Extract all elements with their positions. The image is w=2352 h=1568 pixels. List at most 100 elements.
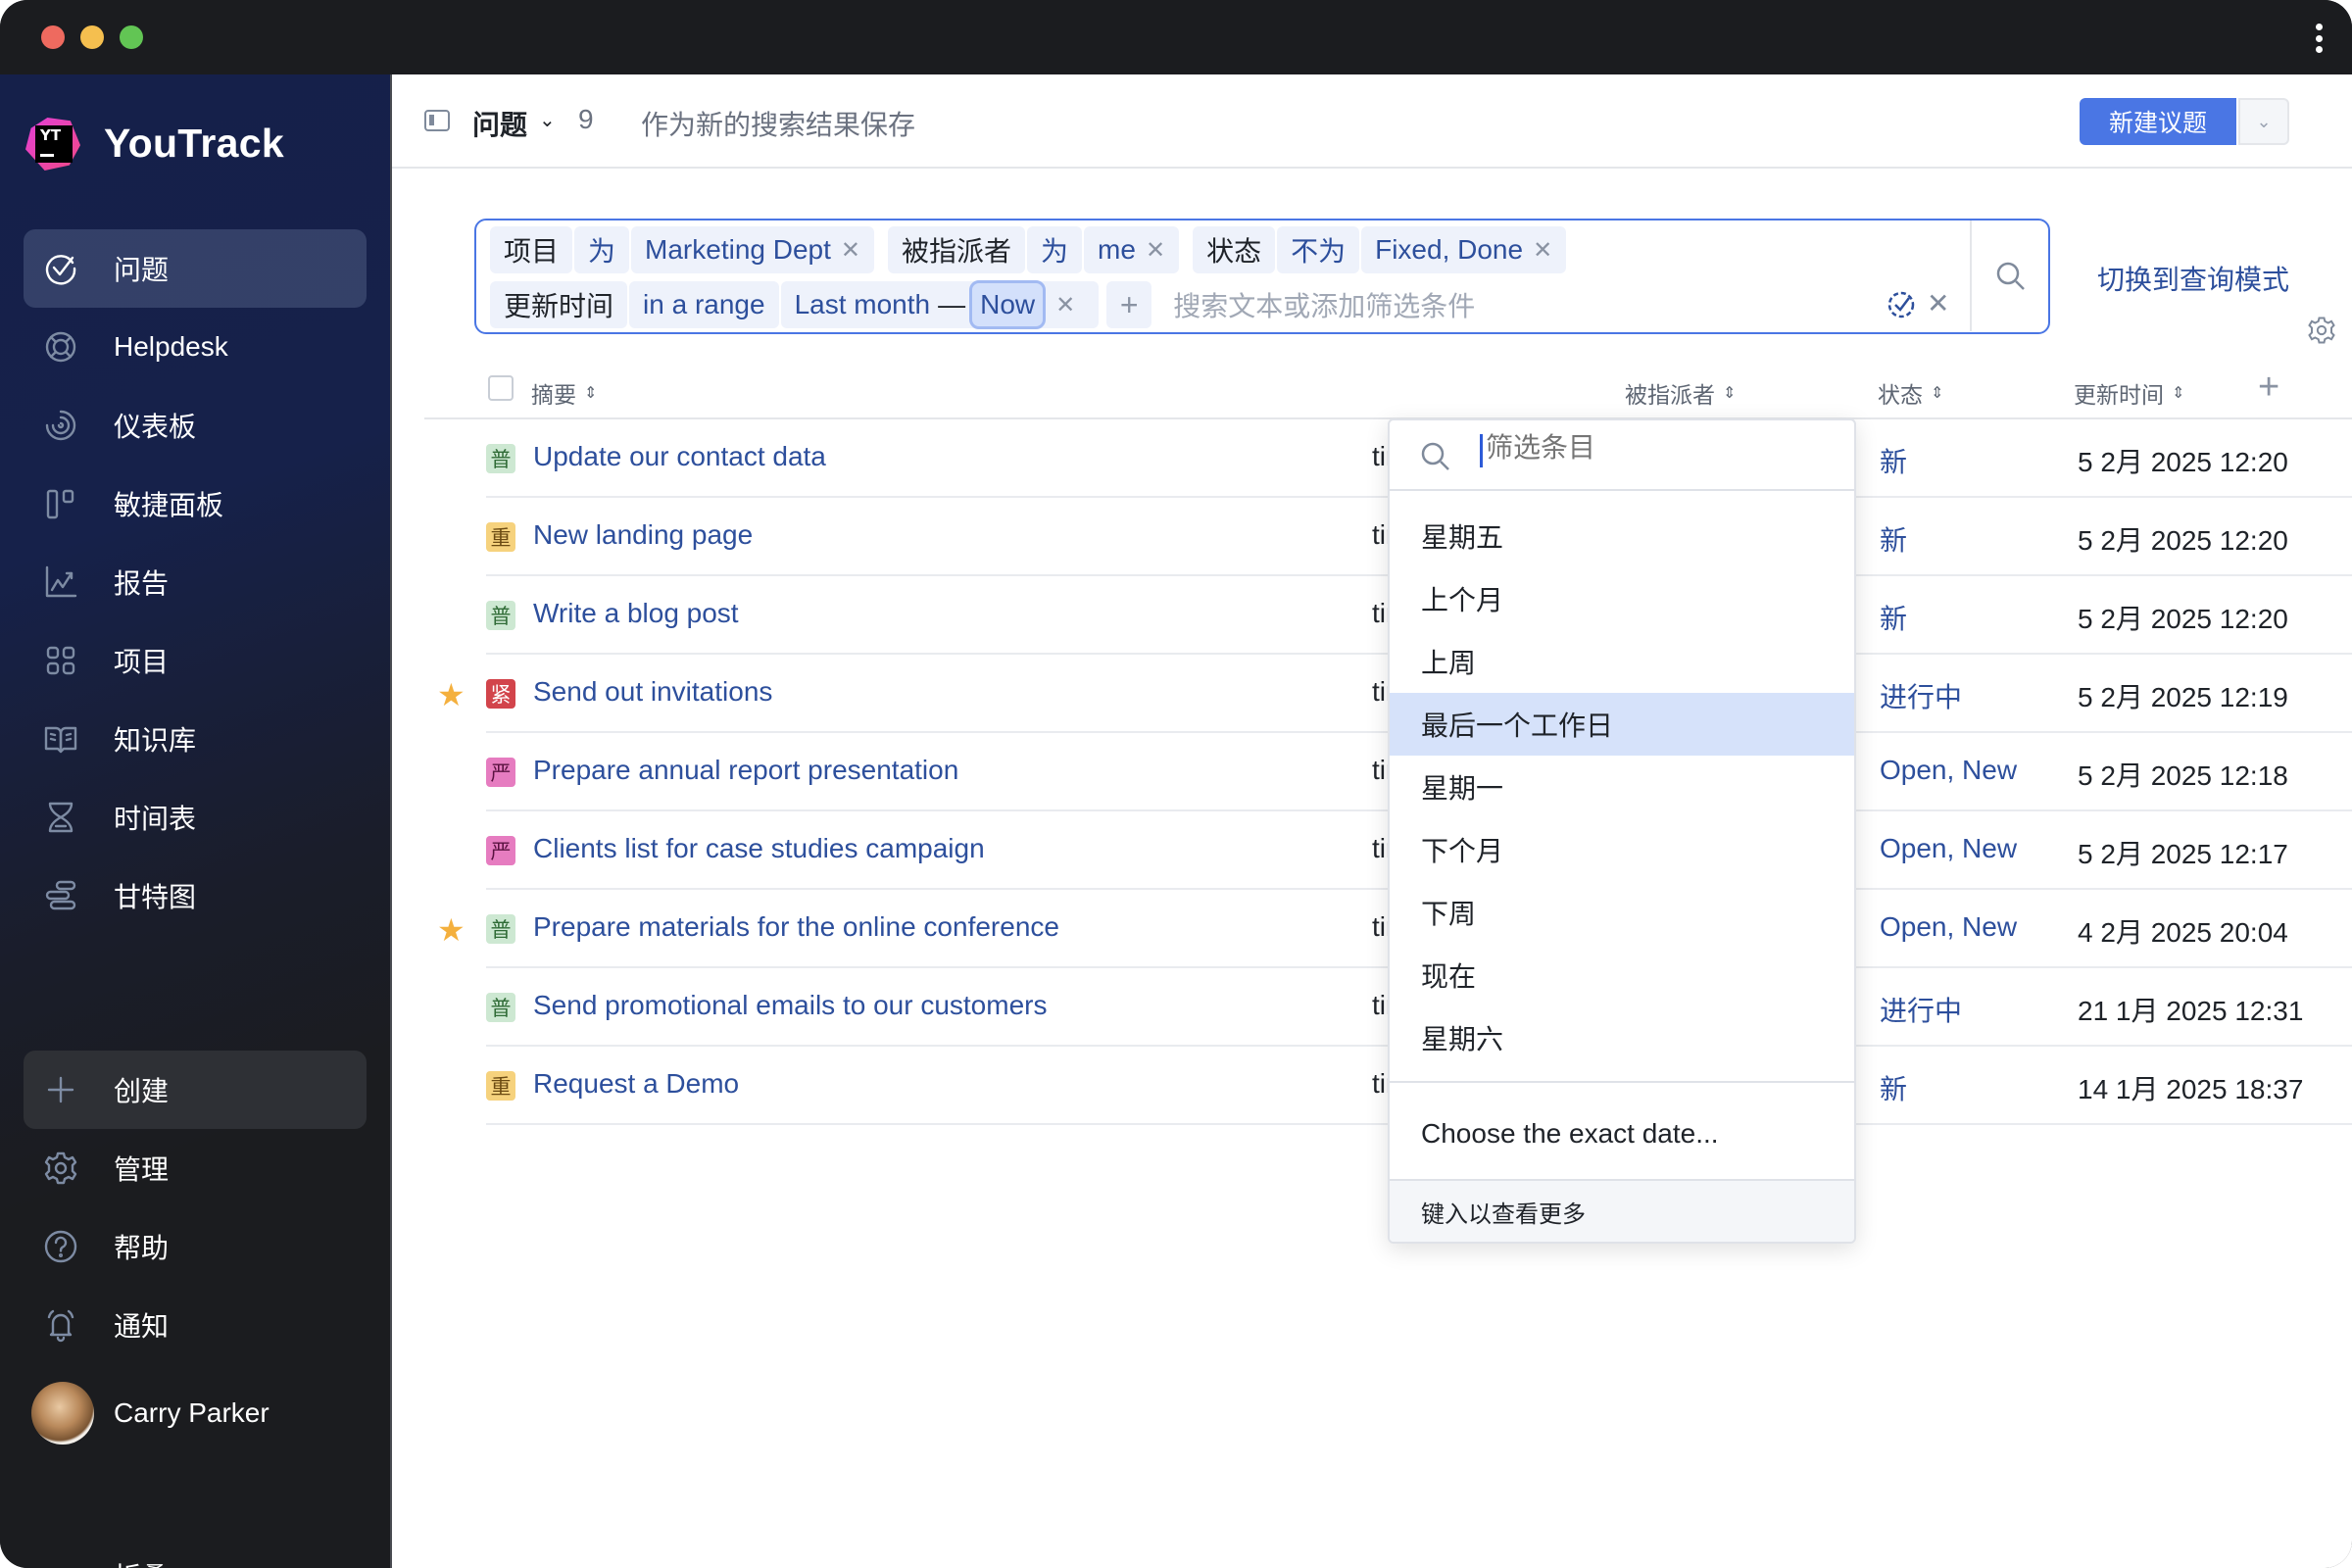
- dropdown-option[interactable]: 下周: [1390, 881, 1854, 944]
- add-filter-button[interactable]: +: [1106, 281, 1152, 328]
- dropdown-filter-input[interactable]: [1486, 432, 1819, 464]
- star-icon[interactable]: ★: [437, 911, 466, 949]
- sidebar-item-dashboard[interactable]: 仪表板: [24, 386, 367, 465]
- sidebar-item-create[interactable]: 创建: [24, 1051, 367, 1129]
- filter-field-updated[interactable]: 更新时间: [490, 281, 628, 328]
- state-cell[interactable]: Open, New: [1880, 911, 2017, 943]
- sidebar-item-agile-boards[interactable]: 敏捷面板: [24, 465, 367, 543]
- issue-summary-link[interactable]: Update our contact data: [533, 441, 1386, 472]
- state-cell[interactable]: 进行中: [1880, 990, 1962, 1029]
- state-cell[interactable]: 新: [1880, 519, 1907, 559]
- issue-summary-link[interactable]: Send promotional emails to our customers: [533, 990, 1386, 1021]
- validate-query-icon[interactable]: [1886, 289, 1917, 320]
- save-as-new-search-link[interactable]: 作为新的搜索结果保存: [641, 104, 915, 143]
- state-cell[interactable]: 新: [1880, 1068, 1907, 1107]
- dropdown-option[interactable]: 星期六: [1390, 1006, 1854, 1069]
- state-cell[interactable]: 新: [1880, 598, 1907, 637]
- issue-summary-link[interactable]: Request a Demo: [533, 1068, 1386, 1100]
- issue-summary-link[interactable]: Prepare materials for the online confere…: [533, 911, 1386, 943]
- table-row[interactable]: 严Clients list for case studies campaignt…: [392, 811, 2352, 890]
- filter-field-project[interactable]: 项目: [490, 226, 573, 273]
- issue-summary-link[interactable]: Write a blog post: [533, 598, 1386, 629]
- sidebar-item-administration[interactable]: 管理: [24, 1129, 367, 1207]
- star-icon[interactable]: ★: [437, 676, 466, 713]
- filter-operator[interactable]: 不为: [1277, 226, 1360, 273]
- sidebar-item-reports[interactable]: 报告: [24, 543, 367, 621]
- state-cell[interactable]: Open, New: [1880, 755, 2017, 786]
- issue-summary-link[interactable]: Prepare annual report presentation: [533, 755, 1386, 786]
- user-profile[interactable]: Carry Parker: [31, 1382, 270, 1445]
- clear-search-icon[interactable]: ✕: [1927, 287, 1949, 319]
- sidebar-item-gantt[interactable]: 甘特图: [24, 857, 367, 935]
- table-row[interactable]: 重New landing pageting DeptCarry Parker新5…: [392, 498, 2352, 576]
- more-options-icon[interactable]: [2313, 24, 2325, 53]
- sidebar-item-help[interactable]: 帮助: [24, 1207, 367, 1286]
- dropdown-option[interactable]: 上周: [1390, 630, 1854, 693]
- filter-value-project[interactable]: Marketing Dept ✕: [631, 226, 875, 273]
- issue-summary-link[interactable]: Clients list for case studies campaign: [533, 833, 1386, 864]
- sidebar-item-projects[interactable]: 项目: [24, 621, 367, 700]
- search-input[interactable]: 搜索文本或添加筛选条件: [1173, 285, 1475, 324]
- sidebar-item-issues[interactable]: 问题: [24, 229, 367, 308]
- dropdown-option[interactable]: 现在: [1390, 944, 1854, 1006]
- remove-filter-icon[interactable]: ✕: [841, 236, 860, 265]
- dropdown-option[interactable]: 星期五: [1390, 505, 1854, 567]
- remove-filter-icon[interactable]: ✕: [1146, 236, 1165, 265]
- sidebar-item-timesheets[interactable]: 时间表: [24, 778, 367, 857]
- remove-filter-icon[interactable]: ✕: [1533, 236, 1552, 265]
- column-header-summary[interactable]: 摘要 ⇕: [531, 376, 597, 410]
- choose-exact-date-option[interactable]: Choose the exact date...: [1421, 1118, 1719, 1150]
- table-row[interactable]: 重Request a Demoting DeptCarry Parker新14 …: [392, 1047, 2352, 1125]
- toggle-panel-icon[interactable]: [424, 110, 450, 131]
- add-column-icon[interactable]: +: [2258, 367, 2279, 409]
- chevron-down-icon[interactable]: ⌄: [539, 108, 556, 132]
- dropdown-option[interactable]: 最后一个工作日: [1390, 693, 1854, 756]
- filter-value-assignee[interactable]: me ✕: [1084, 226, 1180, 273]
- app-logo[interactable]: YT YouTrack: [24, 114, 284, 172]
- table-row[interactable]: 普Update our contact datating DeptCarry P…: [392, 419, 2352, 498]
- search-query-box[interactable]: 项目 为 Marketing Dept ✕ 被指派者 为 me ✕ 状态 不为 Fi…: [474, 219, 2050, 334]
- state-cell[interactable]: 进行中: [1880, 676, 1962, 715]
- projects-grid-icon: [43, 643, 78, 678]
- new-issue-button[interactable]: 新建议题: [2080, 98, 2236, 145]
- search-button[interactable]: [1970, 220, 2050, 331]
- filter-operator-range[interactable]: in a range: [629, 281, 779, 328]
- remove-filter-icon[interactable]: ✕: [1055, 291, 1085, 319]
- filter-operator[interactable]: 为: [1027, 226, 1083, 273]
- table-row[interactable]: ★紧Send out invitationsting DeptCarry Par…: [392, 655, 2352, 733]
- dropdown-option[interactable]: 下个月: [1390, 818, 1854, 881]
- updated-cell: 4 2月 2025 20:04: [2078, 917, 2288, 948]
- state-cell[interactable]: 新: [1880, 441, 1907, 480]
- state-cell[interactable]: Open, New: [1880, 833, 2017, 864]
- column-header-assignee[interactable]: 被指派者 ⇕: [1625, 376, 1736, 410]
- issue-summary-link[interactable]: New landing page: [533, 519, 1386, 551]
- sidebar-item-knowledge-base[interactable]: 知识库: [24, 700, 367, 778]
- dropdown-option[interactable]: 星期一: [1390, 756, 1854, 818]
- range-from[interactable]: Last month: [795, 289, 931, 320]
- table-row[interactable]: ★ 普 Prepare materials for the online confe…: [392, 890, 2352, 968]
- maximize-window-button[interactable]: [120, 25, 143, 49]
- column-header-updated[interactable]: 更新时间 ⇕: [2074, 376, 2184, 410]
- issue-summary-link[interactable]: Send out invitations: [533, 676, 1386, 708]
- filter-value-state[interactable]: Fixed, Done ✕: [1361, 226, 1567, 273]
- page-title[interactable]: 问题: [472, 104, 527, 143]
- collapse-sidebar-button[interactable]: « 折叠: [43, 1556, 169, 1568]
- sidebar-item-label: 知识库: [114, 725, 197, 756]
- switch-to-query-mode-link[interactable]: 切换到查询模式: [2097, 259, 2289, 298]
- select-all-checkbox[interactable]: [488, 375, 514, 401]
- sidebar-item-notifications[interactable]: 通知: [24, 1286, 367, 1364]
- table-row[interactable]: 严Prepare annual report presentationting …: [392, 733, 2352, 811]
- list-settings-gear-icon[interactable]: [2307, 316, 2336, 345]
- filter-field-assignee[interactable]: 被指派者: [888, 226, 1026, 273]
- dropdown-option[interactable]: 上个月: [1390, 567, 1854, 630]
- range-to-input[interactable]: Now: [969, 280, 1047, 329]
- table-row[interactable]: 普Write a blog postting DeptCarry Parker新…: [392, 576, 2352, 655]
- filter-operator[interactable]: 为: [574, 226, 630, 273]
- table-row[interactable]: 普 Send promotional emails to our customer…: [392, 968, 2352, 1047]
- filter-field-state[interactable]: 状态: [1193, 226, 1276, 273]
- close-window-button[interactable]: [41, 25, 65, 49]
- minimize-window-button[interactable]: [80, 25, 104, 49]
- sidebar-item-helpdesk[interactable]: Helpdesk: [24, 308, 367, 386]
- column-header-state[interactable]: 状态 ⇕: [1878, 376, 1943, 410]
- new-issue-dropdown-button[interactable]: ⌄: [2238, 98, 2289, 145]
